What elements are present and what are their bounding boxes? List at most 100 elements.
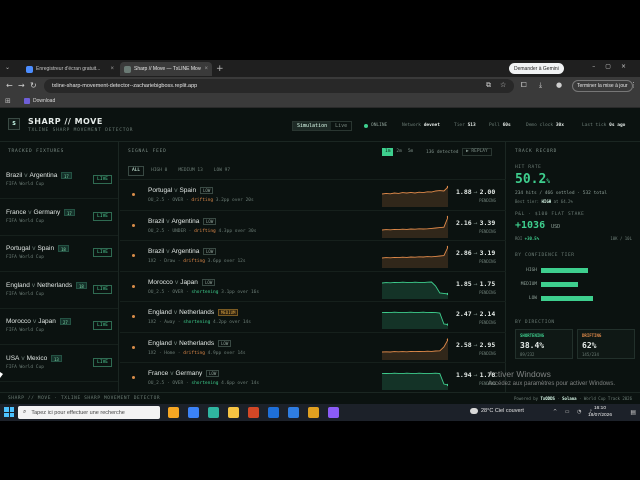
replay-button[interactable]: ▶ REPLAY xyxy=(462,148,492,156)
taskbar-app-icon[interactable] xyxy=(288,407,299,418)
taskbar-app-icon[interactable] xyxy=(308,407,319,418)
weather-widget[interactable]: 28°C Ciel couvert xyxy=(470,408,524,414)
footer-powered: Powered by xyxy=(513,396,539,401)
filter-tab[interactable]: LOW 97 xyxy=(210,166,234,176)
signal-dot-icon xyxy=(132,223,135,227)
signal-row[interactable]: Brazil v Argentina LOW 1X2 · Draw · drifting… xyxy=(120,240,506,271)
signal-dot-icon xyxy=(132,254,135,257)
taskbar-app-icon[interactable] xyxy=(248,407,259,418)
close-icon[interactable]: × xyxy=(110,66,114,72)
profile-icon[interactable]: ● xyxy=(556,81,562,89)
reload-icon[interactable]: ↻ xyxy=(30,81,37,90)
taskbar-app-icon[interactable] xyxy=(228,407,239,418)
filter-tab[interactable]: HIGH 0 xyxy=(147,166,171,176)
stat-label: Poll xyxy=(489,123,500,128)
signal-dot-icon xyxy=(132,376,135,379)
apps-grid-icon[interactable]: ⊞ xyxy=(5,97,11,105)
download-icon[interactable]: ⤓ xyxy=(539,81,542,90)
bookmark-star-icon[interactable]: ☆ xyxy=(500,81,506,89)
new-tab-icon[interactable]: + xyxy=(216,64,224,74)
signal-description: OU_2.5 · OVER · shortening 3.1pp over 16… xyxy=(148,290,259,295)
taskbar-app-icon[interactable] xyxy=(188,407,199,418)
windows-start-icon[interactable] xyxy=(4,407,14,417)
taskbar-search-input[interactable]: ⌕ Tapez ici pour effectuer une recherche xyxy=(18,406,160,419)
bookmark-label: Download xyxy=(33,98,56,104)
best-tier-rate: at 64.2% xyxy=(553,199,573,204)
taskbar-app-icon[interactable] xyxy=(328,407,339,418)
signal-row[interactable]: England v Netherlands MEDIUM 1X2 · Away · sh… xyxy=(120,301,506,332)
browser-tab-recorder[interactable]: Enregistreur d'écran gratuit... × xyxy=(22,62,118,76)
notification-icon[interactable]: ▤ xyxy=(630,409,636,416)
sparkline-line xyxy=(382,246,448,259)
signal-detail: 3.2pp over 20s xyxy=(215,198,254,203)
gemini-button[interactable]: Demander à Gemini xyxy=(509,63,564,74)
versus-label: v xyxy=(166,217,170,225)
forward-icon[interactable]: → xyxy=(18,81,25,90)
taskbar-clock[interactable]: 16:10 18/07/2026 xyxy=(588,405,612,419)
bookmark-download[interactable]: Download xyxy=(24,98,55,104)
mode-live[interactable]: Live xyxy=(331,122,351,130)
fixture-competition: FIFA World Cup xyxy=(6,328,44,333)
fixture-item[interactable]: Portugal v Spain 18 FIFA World Cup LIVE xyxy=(0,236,118,272)
arrow-right-icon: → xyxy=(473,371,478,379)
fixture-away: Netherlands xyxy=(37,281,73,289)
signal-description: OU_2.5 · OVER · shortening 4.6pp over 14… xyxy=(148,381,259,386)
filter-tab[interactable]: MEDIUM 13 xyxy=(174,166,206,176)
feed-title: SIGNAL FEED xyxy=(128,149,167,154)
url-field[interactable]: txline-sharp-movement-detector--zacharie… xyxy=(44,79,514,93)
extensions-icon[interactable]: ⧠ xyxy=(521,81,527,90)
window-option[interactable]: 2m xyxy=(393,148,404,156)
odds-to: 3.39 xyxy=(479,218,496,227)
odds-from: 1.94 xyxy=(456,371,472,379)
mode-simulation[interactable]: Simulation xyxy=(293,122,332,130)
back-icon[interactable]: ← xyxy=(6,81,13,90)
stat-value: S13 xyxy=(467,123,476,128)
watermark-title: Activer Windows xyxy=(488,369,551,379)
pnl-number: +1036 xyxy=(515,220,546,231)
footer-brand: SHARP // MOVE · TXLINE SHARP MOVEMENT DE… xyxy=(8,396,161,401)
roi: ROI +30.5% xyxy=(515,236,539,241)
close-icon[interactable]: × xyxy=(204,66,208,72)
fixture-item[interactable]: England v Netherlands 18 FIFA World Cup LIVE xyxy=(0,273,118,309)
window-option[interactable]: 5m xyxy=(405,148,416,156)
signal-row[interactable]: England v Netherlands LOW 1X2 · Home · drift… xyxy=(120,331,506,363)
odds-to: 3.19 xyxy=(479,249,496,257)
taskbar-app-icon[interactable] xyxy=(168,407,179,418)
signal-home: Brazil xyxy=(148,217,165,225)
signal-home: France xyxy=(148,370,169,377)
fixture-item[interactable]: Morocco v Japan 27 FIFA World Cup LIVE xyxy=(0,309,118,345)
signal-row[interactable]: Portugal v Spain LOW OU_2.5 · OVER · driftin… xyxy=(120,179,506,210)
track-record-title: TRACK RECORD xyxy=(515,149,558,154)
odds-change: 1.88 → 2.00 xyxy=(456,188,495,196)
versus-label: v xyxy=(32,245,36,252)
signal-feed-panel: SIGNAL FEED 1m 2m 5m 136 detected ▶ REPLAY AL… xyxy=(120,142,506,392)
window-option[interactable]: 1m xyxy=(382,148,394,156)
menu-icon[interactable]: ⋮ xyxy=(630,81,637,89)
stat-label: Network xyxy=(402,123,421,128)
window-controls[interactable]: –▢× xyxy=(592,63,636,70)
tab-search-icon[interactable]: ⌄ xyxy=(5,64,10,71)
taskbar-app-icon[interactable] xyxy=(268,407,279,418)
fixture-competition: FIFA World Cup xyxy=(6,218,44,224)
signal-row[interactable]: Morocco v Japan LOW OU_2.5 · OVER · shorteni… xyxy=(120,270,506,302)
signal-row[interactable]: France v Germany LOW OU_2.5 · OVER · shorten… xyxy=(120,362,506,393)
browser-tab-sharp-move[interactable]: Sharp // Move — TxLINE Move... × xyxy=(120,62,212,76)
cast-icon[interactable]: ⧉ xyxy=(486,81,491,90)
direction-card: DRIFTING 62% 145/234 xyxy=(577,329,635,359)
odds-from: 2.16 xyxy=(456,218,472,227)
signal-direction: drifting xyxy=(191,198,214,203)
fixture-item[interactable]: Brazil v Argentina 17 FIFA World Cup LIVE xyxy=(0,163,118,199)
sparkline-area xyxy=(382,312,448,329)
fixture-item[interactable]: France v Germany 17 FIFA World Cup LIVE xyxy=(0,200,118,236)
filter-tab[interactable]: ALL xyxy=(128,166,145,176)
taskbar-app-icon[interactable] xyxy=(208,407,219,418)
signal-row[interactable]: Brazil v Argentina LOW OU_2.5 · UNDER · drif… xyxy=(120,209,506,241)
confidence-badge: LOW xyxy=(203,248,217,255)
sharp-move-app: S SHARP // MOVE TXLINE SHARP MOVEMENT DE… xyxy=(0,108,640,405)
odds-to: 2.95 xyxy=(479,340,496,349)
arrow-right-icon: → xyxy=(473,310,478,318)
odds-change: 2.47 → 2.14 xyxy=(456,310,495,318)
fixture-item[interactable]: USA v Mexico 13 FIFA World Cup LIVE xyxy=(0,346,118,382)
update-button[interactable]: Terminer la mise à jour xyxy=(572,80,633,92)
signal-match: Brazil v Argentina xyxy=(148,218,199,225)
